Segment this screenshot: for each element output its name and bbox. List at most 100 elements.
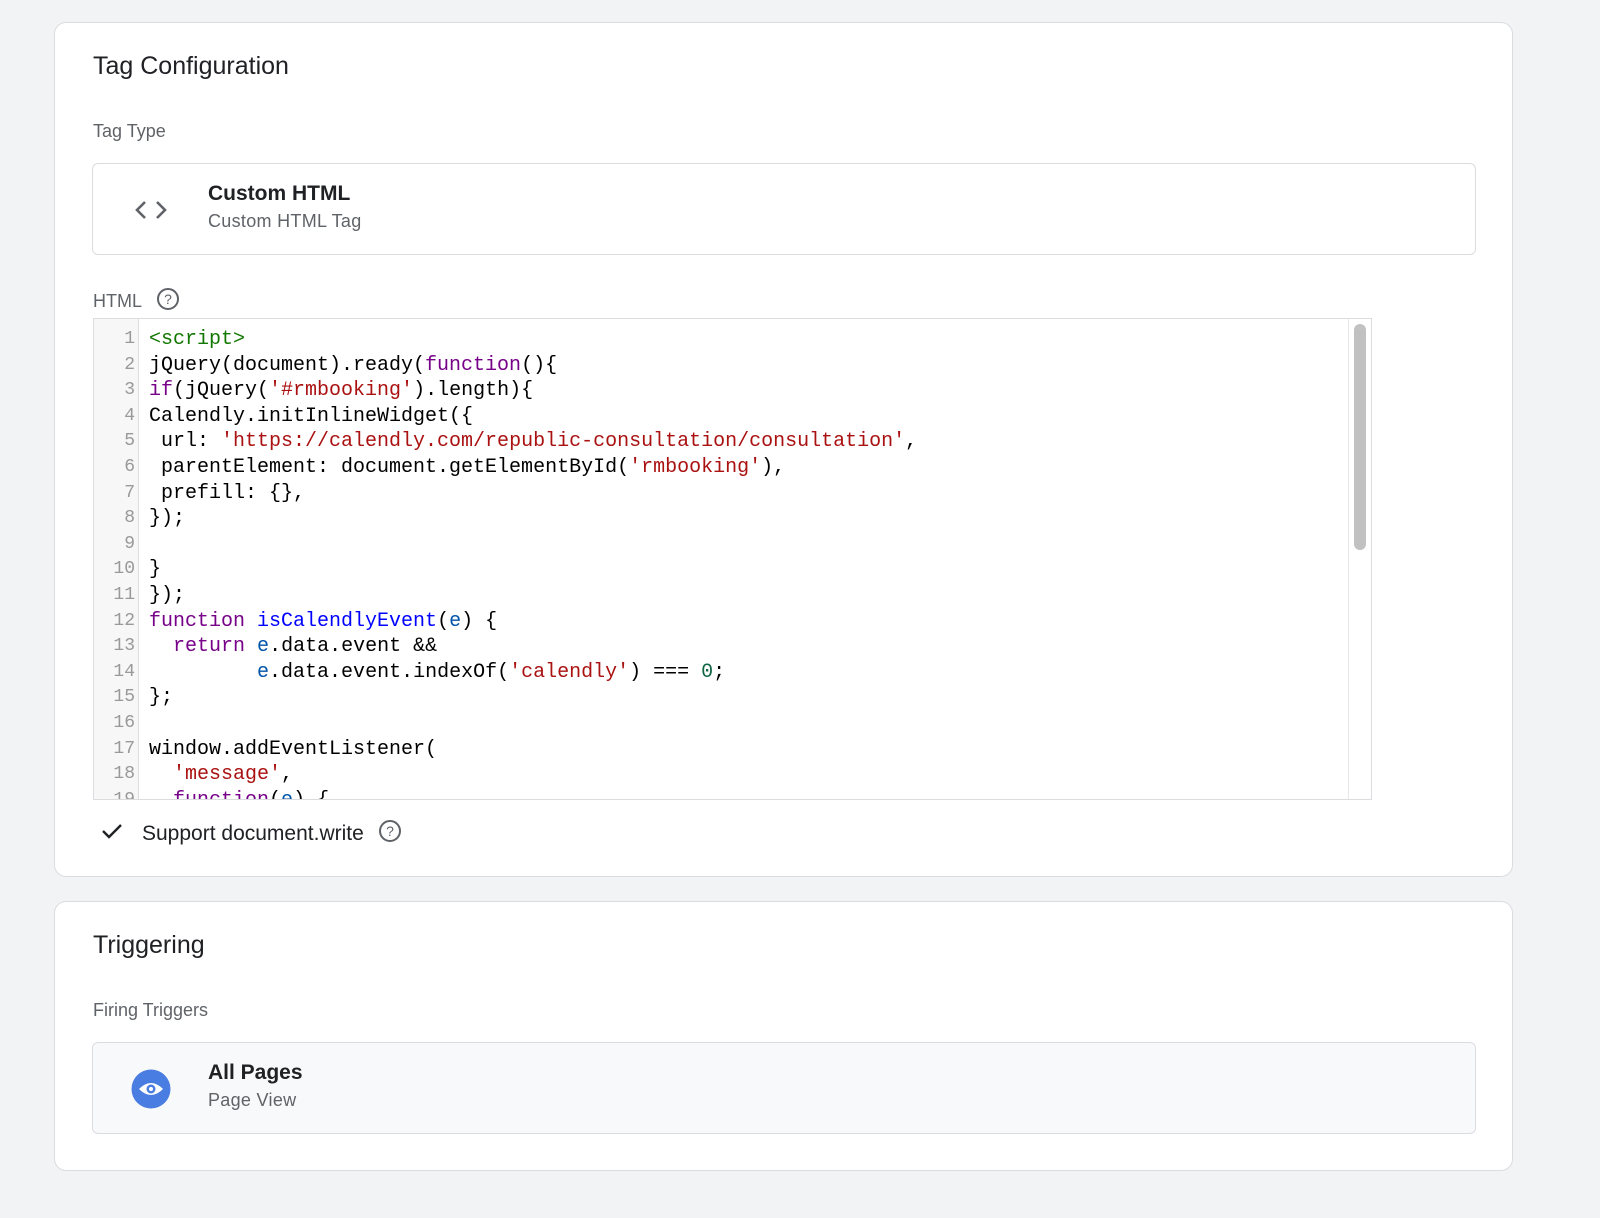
line-number: 14 <box>113 661 135 682</box>
code-token: }); <box>149 583 186 607</box>
code-text: Calendly.initInlineWidget({ <box>149 404 473 430</box>
code-line: 12 function isCalendlyEvent(e) { <box>94 609 1347 635</box>
svg-text:?: ? <box>386 823 394 839</box>
line-number: 5 <box>124 431 135 452</box>
code-line: 5 url: 'https://calendly.com/republic-co… <box>94 429 1347 455</box>
line-number: 17 <box>113 738 135 759</box>
line-number: 6 <box>124 456 135 477</box>
code-token: .data.event.indexOf( <box>269 660 510 684</box>
eye-icon <box>131 1069 171 1109</box>
code-token: e <box>281 789 293 799</box>
code-token: return <box>173 635 246 659</box>
code-token: (jQuery( <box>173 379 270 403</box>
code-text: } <box>149 557 161 583</box>
line-number: 7 <box>124 482 135 503</box>
code-text: }); <box>149 506 185 532</box>
code-token: (){ <box>521 353 558 377</box>
code-token: window.addEventListener( <box>149 737 438 761</box>
code-line: 1 <script> <box>94 327 1347 353</box>
code-token: ) { <box>293 789 329 799</box>
line-number: 8 <box>124 508 135 529</box>
support-document-write-checkbox[interactable]: Support document.write ? <box>100 819 402 849</box>
line-number: 4 <box>124 405 135 426</box>
code-line: 3 if(jQuery('#rmbooking').length){ <box>94 378 1347 404</box>
code-token: <script> <box>149 328 246 351</box>
code-text: window.addEventListener( <box>149 737 437 763</box>
editor-scrollbar[interactable] <box>1348 319 1371 799</box>
svg-text:?: ? <box>164 291 172 307</box>
code-token: function <box>173 789 269 799</box>
line-number: 1 <box>124 329 135 349</box>
code-token: if <box>149 379 174 403</box>
trigger-type: Page View <box>208 1090 297 1110</box>
code-token: ) === <box>629 660 702 684</box>
code-token: 0 <box>701 660 714 684</box>
code-text: if(jQuery('#rmbooking').length){ <box>149 378 533 404</box>
code-token: isCalendlyEvent <box>257 609 438 633</box>
help-icon[interactable]: ? <box>156 287 180 316</box>
code-token: e <box>449 609 462 633</box>
code-token: 'calendly' <box>509 660 630 684</box>
code-text: }); <box>149 583 185 609</box>
code-token: '#rmbooking' <box>269 379 414 403</box>
code-icon <box>131 192 171 228</box>
code-token: function <box>149 609 246 633</box>
tag-type-selector[interactable]: Custom HTML Custom HTML Tag <box>92 163 1476 255</box>
code-token: ) { <box>461 609 498 633</box>
line-number: 13 <box>113 636 135 657</box>
trigger-all-pages[interactable]: All Pages Page View <box>92 1042 1476 1134</box>
code-token: }; <box>149 686 174 710</box>
code-text: }; <box>149 685 173 711</box>
code-token: , <box>281 763 294 787</box>
triggering-card: Triggering Firing Triggers All Pages Pag… <box>54 901 1513 1171</box>
section-title: Tag Configuration <box>93 52 289 80</box>
code-line: 2 jQuery(document).ready(function(){ <box>94 353 1347 379</box>
line-number: 11 <box>113 584 135 605</box>
tag-configuration-card: Tag Configuration Tag Type Custom HTML C… <box>54 22 1513 877</box>
code-text: <script> <box>149 327 245 353</box>
code-token: .data.event && <box>269 635 438 659</box>
code-line: 18 'message', <box>94 762 1347 788</box>
line-number: 10 <box>113 559 135 580</box>
code-line: 8}); <box>94 506 1347 532</box>
code-token: e <box>257 660 270 684</box>
code-token: Calendly.initInlineWidget({ <box>149 404 474 428</box>
code-token: prefill: {}, <box>149 481 306 505</box>
code-line: 6 parentElement: document.getElementById… <box>94 455 1347 481</box>
code-token: ; <box>713 660 726 684</box>
line-number: 18 <box>113 764 135 785</box>
code-text: jQuery(document).ready(function(){ <box>149 353 557 379</box>
html-code-editor[interactable]: 1 <script> 2 jQuery(document).ready(functio… <box>93 318 1372 800</box>
scrollbar-thumb[interactable] <box>1354 324 1366 550</box>
code-text: parentElement: document.getElementById('… <box>149 455 785 481</box>
code-token: parentElement: document.getElementById( <box>149 455 630 479</box>
help-icon[interactable]: ? <box>378 819 402 849</box>
code-token: ( <box>269 789 281 799</box>
code-text: return e.data.event && <box>149 634 437 660</box>
line-number: 19 <box>113 789 135 800</box>
code-line: 17 window.addEventListener( <box>94 737 1347 763</box>
trigger-name: All Pages <box>208 1061 303 1084</box>
line-number: 9 <box>124 533 135 554</box>
code-token: } <box>149 558 162 582</box>
code-token: 'https://calendly.com/republic-consultat… <box>221 430 906 454</box>
code-text: function(e) { <box>149 788 329 799</box>
code-token: }); <box>149 507 186 531</box>
code-token: ( <box>437 609 450 633</box>
firing-triggers-label: Firing Triggers <box>93 1000 209 1020</box>
tag-type-name: Custom HTML <box>208 182 351 205</box>
code-line: 13 return e.data.event && <box>94 634 1347 660</box>
code-token: jQuery(document).ready( <box>149 353 426 377</box>
code-text: function isCalendlyEvent(e) { <box>149 609 497 635</box>
support-document-write-label: Support document.write <box>142 822 364 845</box>
code-line: 14 e.data.event.indexOf('calendly') === … <box>94 660 1347 686</box>
code-token: ), <box>761 455 786 479</box>
code-line: 9 <box>94 532 1347 558</box>
tag-type-label: Tag Type <box>93 121 166 141</box>
code-token: , <box>905 430 918 454</box>
code-token: url: <box>149 430 222 454</box>
code-token: e <box>257 635 270 659</box>
